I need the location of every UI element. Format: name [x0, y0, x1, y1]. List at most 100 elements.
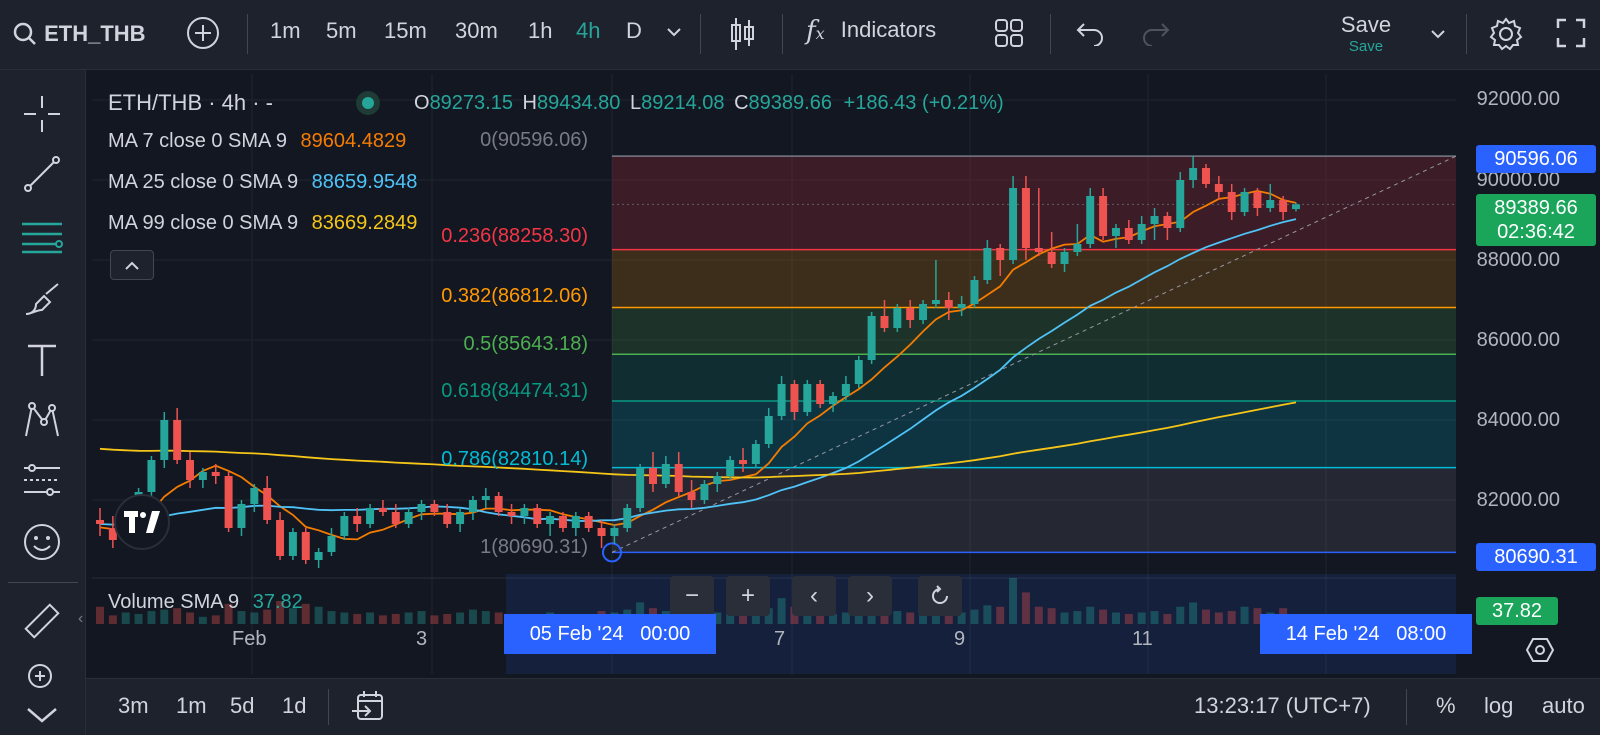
fib-zone: [612, 307, 1456, 355]
high-value: 89434.80: [537, 92, 621, 114]
percent-toggle[interactable]: %: [1436, 693, 1456, 719]
candle-body: [443, 512, 452, 524]
goto-date-button[interactable]: [352, 689, 386, 729]
candle-body: [1086, 196, 1095, 244]
candle-body: [764, 416, 773, 444]
legend-volume[interactable]: Volume SMA 9 37.82: [108, 591, 303, 614]
candle-body: [996, 248, 1005, 260]
fib-label-0: 0(90596.06): [480, 129, 588, 151]
candle-body: [481, 496, 490, 500]
tradingview-logo-icon: [124, 511, 160, 533]
candle-body: [1150, 216, 1159, 224]
candle-body: [494, 496, 503, 512]
scroll-right-button[interactable]: ›: [848, 576, 892, 616]
fib-retracement-zones: [506, 155, 1457, 674]
candle-body: [803, 384, 812, 412]
candle-body: [546, 516, 555, 524]
candle-body: [1099, 196, 1108, 236]
auto-toggle[interactable]: auto: [1542, 693, 1585, 719]
candle-body: [790, 384, 799, 412]
candle-body: [456, 512, 465, 524]
candle-body: [533, 508, 542, 524]
candle-body: [970, 280, 979, 304]
candle-body: [983, 248, 992, 280]
volume-value: 37.82: [252, 591, 303, 613]
candle-body: [1279, 200, 1288, 212]
fib-zone: [612, 156, 1456, 250]
time-label: 7: [774, 628, 786, 650]
candle-body: [198, 472, 207, 480]
fib-bottom-price-label: 80690.31: [1476, 543, 1596, 571]
candle-body: [777, 384, 786, 416]
candle-body: [700, 484, 709, 500]
low-value: 89214.08: [641, 92, 725, 114]
fib-zone: [612, 401, 1456, 468]
last-price-label: 89389.66 02:36:42: [1476, 194, 1596, 246]
candle-body: [751, 444, 760, 464]
candle-body: [378, 508, 387, 512]
candle-body: [726, 460, 735, 476]
candle-body: [713, 476, 722, 484]
candle-body: [687, 492, 696, 500]
range-5d[interactable]: 5d: [230, 693, 254, 719]
price-tick: 86000.00: [1476, 329, 1560, 351]
candle-body: [1253, 192, 1262, 208]
candle-body: [893, 308, 902, 328]
candle-body: [96, 520, 104, 524]
candle-body: [1163, 216, 1172, 228]
plus-icon: +: [740, 582, 755, 609]
candle-body: [841, 384, 850, 396]
candle-body: [880, 316, 889, 328]
volume-price-label: 37.82: [1476, 597, 1558, 625]
candle-body: [391, 512, 400, 524]
clock-timezone[interactable]: 13:23:17 (UTC+7): [1194, 693, 1371, 719]
range-1m[interactable]: 1m: [176, 693, 207, 719]
candle-body: [674, 464, 683, 492]
range-3m[interactable]: 3m: [118, 693, 149, 719]
scroll-left-button[interactable]: ‹: [792, 576, 836, 616]
candle-body: [867, 316, 876, 360]
tradingview-logo[interactable]: [114, 494, 170, 550]
log-toggle[interactable]: log: [1484, 693, 1513, 719]
ma25-value: 88659.9548: [311, 171, 418, 193]
time-axis[interactable]: Feb 3 7 9 11 05 Feb '24 00:00 14 Feb '24…: [92, 614, 1472, 674]
open-value: 89273.15: [429, 92, 513, 114]
time-label: 3: [416, 628, 428, 650]
close-value: 89389.66: [748, 92, 832, 114]
candle-body: [1047, 252, 1056, 264]
reset-icon: [932, 585, 948, 604]
collapse-legend-button[interactable]: [110, 250, 154, 280]
chevron-right-icon: ›: [866, 582, 874, 609]
reset-chart-button[interactable]: [918, 576, 962, 616]
candle-body: [931, 300, 940, 304]
chevron-left-icon: ‹: [810, 582, 818, 609]
candle-body: [1201, 168, 1210, 184]
candle-body: [263, 488, 272, 520]
fib-label-1: 1(80690.31): [480, 536, 588, 558]
candle-body: [417, 504, 426, 512]
candle-body: [1227, 192, 1236, 212]
candle-body: [1214, 184, 1223, 192]
candle-body: [1073, 244, 1082, 252]
candle-body: [610, 528, 619, 536]
candle-body: [584, 516, 593, 528]
ohlc-values: O89273.15 H89434.80 L89214.08 C89389.66 …: [414, 92, 1004, 114]
candle-body: [430, 504, 439, 512]
candle-body: [1124, 228, 1133, 240]
fib-zone: [612, 467, 1456, 553]
zoom-out-button[interactable]: −: [670, 576, 714, 616]
candle-body: [1292, 204, 1300, 210]
range-1d[interactable]: 1d: [282, 693, 306, 719]
legend-ma25[interactable]: MA 25 close 0 SMA 9 88659.9548: [108, 171, 417, 194]
candle-body: [468, 500, 477, 512]
time-axis-settings-button[interactable]: [1525, 636, 1555, 669]
last-price-value: 89389.66: [1494, 197, 1578, 219]
candle-body: [571, 516, 580, 528]
candle-body: [623, 508, 632, 528]
zoom-in-button[interactable]: +: [726, 576, 770, 616]
candle-body: [1240, 192, 1249, 212]
candle-body: [404, 512, 413, 524]
candle-body: [906, 308, 915, 320]
market-status-indicator[interactable]: [356, 91, 380, 115]
candle-body: [957, 304, 966, 308]
